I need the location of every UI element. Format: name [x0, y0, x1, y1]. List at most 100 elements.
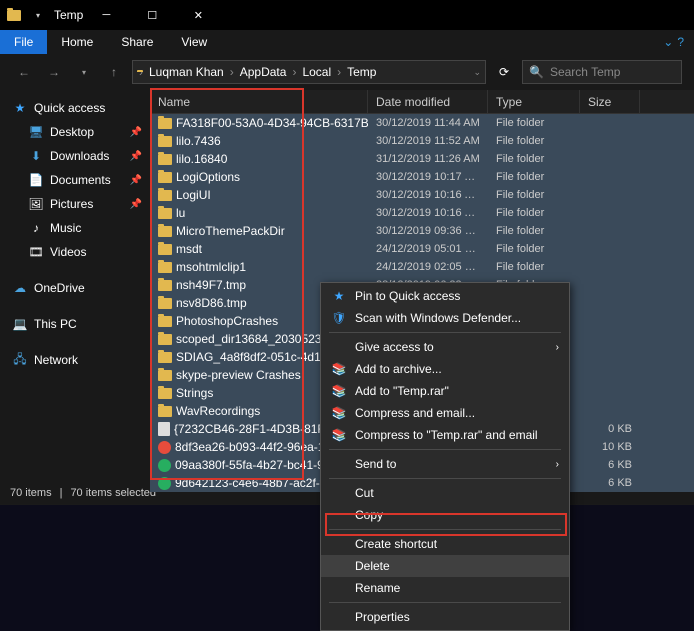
file-icon — [158, 422, 170, 436]
sidebar-desktop[interactable]: 🖥Desktop📌 — [0, 120, 150, 144]
file-name: Strings — [176, 386, 213, 400]
file-name: skype-preview Crashes — [176, 368, 301, 382]
file-size: 6 KB — [580, 459, 640, 471]
file-name: nsh49F7.tmp — [176, 278, 246, 292]
file-type: File folder — [488, 135, 580, 147]
table-row[interactable]: lu30/12/2019 10:16 AMFile folder — [150, 204, 694, 222]
sidebar-documents[interactable]: 📄Documents📌 — [0, 168, 150, 192]
crumb-3[interactable]: Temp — [343, 65, 380, 79]
sidebar-videos[interactable]: 🎞Videos — [0, 240, 150, 264]
pin-icon: 📌 — [130, 127, 142, 138]
file-type: File folder — [488, 171, 580, 183]
forward-button[interactable]: → — [42, 60, 66, 84]
table-row[interactable]: msohtmlclip124/12/2019 02:05 PMFile fold… — [150, 258, 694, 276]
ctx-delete[interactable]: Delete — [321, 555, 569, 577]
ctx-copy[interactable]: Copy — [321, 504, 569, 526]
address-dropdown-icon[interactable]: ⌄ — [473, 67, 481, 78]
folder-icon — [158, 298, 172, 309]
file-date: 30/12/2019 11:44 AM — [368, 117, 488, 129]
folder-icon — [158, 406, 172, 417]
sidebar-network[interactable]: 🖧Network — [0, 348, 150, 372]
column-headers: Name Date modified Type Size — [150, 90, 694, 114]
chevron-right-icon: › — [556, 459, 559, 470]
file-icon — [158, 477, 171, 490]
pin-icon: 📌 — [130, 199, 142, 210]
crumb-2[interactable]: Local — [298, 65, 335, 79]
table-row[interactable]: LogiOptions30/12/2019 10:17 AMFile folde… — [150, 168, 694, 186]
file-type: File folder — [488, 243, 580, 255]
ctx-give-access[interactable]: Give access to› — [321, 336, 569, 358]
crumb-0[interactable]: Luqman Khan — [145, 65, 228, 79]
folder-icon — [158, 244, 172, 255]
sidebar-music[interactable]: ♪Music — [0, 216, 150, 240]
file-name: scoped_dir13684_2030523969 — [176, 332, 342, 346]
sidebar-this-pc[interactable]: 💻This PC — [0, 312, 150, 336]
address-bar[interactable]: › Luqman Khan› AppData› Local› Temp ⌄ — [132, 60, 486, 84]
pictures-icon: 🖼 — [28, 196, 44, 212]
folder-icon — [158, 226, 172, 237]
ctx-compress-rar-email[interactable]: 📚Compress to "Temp.rar" and email — [321, 424, 569, 446]
ctx-send-to[interactable]: Send to› — [321, 453, 569, 475]
recent-dropdown[interactable]: ▾ — [72, 60, 96, 84]
ctx-pin[interactable]: ★Pin to Quick access — [321, 285, 569, 307]
rar-icon: 📚 — [331, 427, 347, 443]
crumb-1[interactable]: AppData — [236, 65, 291, 79]
ctx-cut[interactable]: Cut — [321, 482, 569, 504]
folder-icon — [158, 172, 172, 183]
folder-icon — [158, 352, 172, 363]
file-date: 30/12/2019 11:52 AM — [368, 135, 488, 147]
table-row[interactable]: lilo.743630/12/2019 11:52 AMFile folder — [150, 132, 694, 150]
back-button[interactable]: ← — [12, 60, 36, 84]
ctx-scan[interactable]: 🛡Scan with Windows Defender... — [321, 307, 569, 329]
sidebar-onedrive[interactable]: ☁OneDrive — [0, 276, 150, 300]
search-placeholder: Search Temp — [550, 65, 620, 79]
sidebar-pictures[interactable]: 🖼Pictures📌 — [0, 192, 150, 216]
ctx-compress-email[interactable]: 📚Compress and email... — [321, 402, 569, 424]
header-size[interactable]: Size — [580, 90, 640, 114]
pin-icon: ★ — [331, 288, 347, 304]
tab-home[interactable]: Home — [47, 30, 107, 54]
search-icon: 🔍 — [529, 65, 544, 79]
table-row[interactable]: lilo.1684031/12/2019 11:26 AMFile folder — [150, 150, 694, 168]
folder-icon — [158, 370, 172, 381]
table-row[interactable]: FA318F00-53A0-4D34-94CB-6317B36686...30/… — [150, 114, 694, 132]
down-chevron-icon[interactable]: ▾ — [30, 7, 46, 23]
ctx-add-archive[interactable]: 📚Add to archive... — [321, 358, 569, 380]
minimize-button[interactable]: ─ — [83, 0, 129, 30]
file-size: 6 KB — [580, 477, 640, 489]
tab-file[interactable]: File — [0, 30, 47, 54]
file-type: File folder — [488, 261, 580, 273]
pc-icon: 💻 — [12, 316, 28, 332]
header-name[interactable]: Name — [150, 90, 368, 114]
folder-icon — [158, 118, 172, 129]
table-row[interactable]: LogiUI30/12/2019 10:16 AMFile folder — [150, 186, 694, 204]
tab-share[interactable]: Share — [107, 30, 167, 54]
refresh-button[interactable]: ⟳ — [492, 60, 516, 84]
search-input[interactable]: 🔍 Search Temp — [522, 60, 682, 84]
file-name: WavRecordings — [176, 404, 260, 418]
header-type[interactable]: Type — [488, 90, 580, 114]
window-title: Temp — [54, 8, 83, 22]
sidebar: ★Quick access 🖥Desktop📌 ⬇Downloads📌 📄Doc… — [0, 90, 150, 482]
sidebar-downloads[interactable]: ⬇Downloads📌 — [0, 144, 150, 168]
table-row[interactable]: msdt24/12/2019 05:01 PMFile folder — [150, 240, 694, 258]
ctx-add-temprar[interactable]: 📚Add to "Temp.rar" — [321, 380, 569, 402]
ctx-rename[interactable]: Rename — [321, 577, 569, 599]
sidebar-quick-access[interactable]: ★Quick access — [0, 96, 150, 120]
ctx-properties[interactable]: Properties — [321, 606, 569, 628]
folder-icon — [158, 154, 172, 165]
close-button[interactable]: ✕ — [175, 0, 221, 30]
context-menu: ★Pin to Quick access 🛡Scan with Windows … — [320, 282, 570, 631]
ribbon-expand[interactable]: ⌄? — [653, 35, 694, 49]
file-type: File folder — [488, 189, 580, 201]
header-date[interactable]: Date modified — [368, 90, 488, 114]
tab-view[interactable]: View — [167, 30, 221, 54]
file-icon — [158, 459, 171, 472]
maximize-button[interactable]: ☐ — [129, 0, 175, 30]
up-button[interactable]: ↑ — [102, 60, 126, 84]
table-row[interactable]: MicroThemePackDir30/12/2019 09:36 PMFile… — [150, 222, 694, 240]
documents-icon: 📄 — [28, 172, 44, 188]
ctx-create-shortcut[interactable]: Create shortcut — [321, 533, 569, 555]
shield-icon: 🛡 — [331, 310, 347, 326]
file-name: lilo.16840 — [176, 152, 227, 166]
